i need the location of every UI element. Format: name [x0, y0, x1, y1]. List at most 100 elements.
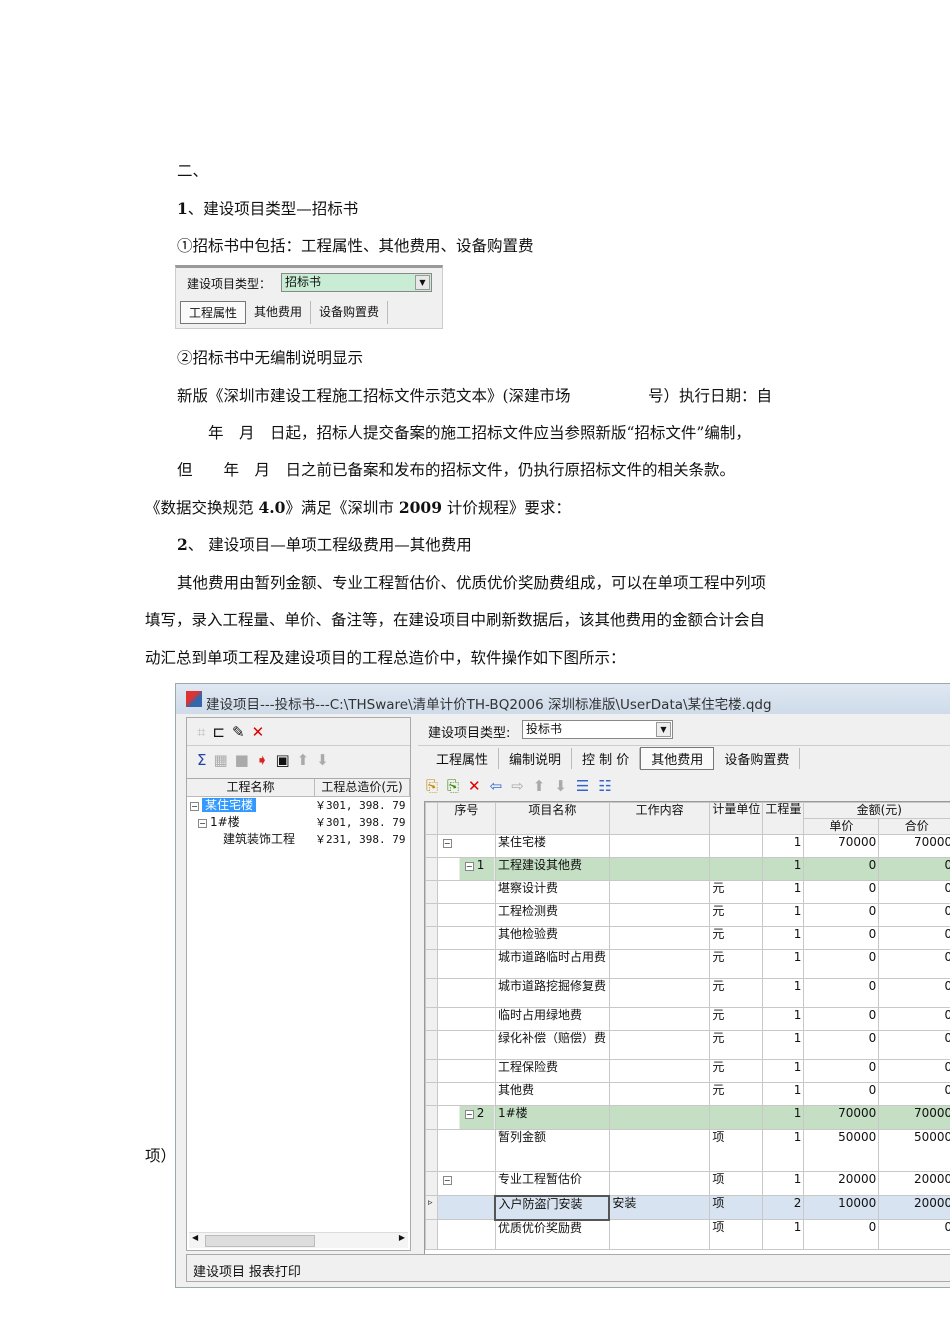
cell-seq[interactable] [436, 1030, 496, 1060]
cell-unit-price[interactable]: 70000 [803, 834, 880, 858]
cell-qty[interactable]: 2 [762, 1195, 805, 1220]
cell-qty[interactable]: 1 [762, 1030, 805, 1060]
cell-unit[interactable]: 项 [709, 1219, 764, 1250]
cell-total-price[interactable]: 0 [878, 949, 950, 979]
insert-row-icon[interactable]: ⎘ [426, 777, 438, 795]
cell-unit[interactable]: 元 [709, 926, 764, 950]
cell-name[interactable]: 其他费 [494, 1082, 610, 1106]
cell-content[interactable] [608, 1059, 711, 1083]
cell-name[interactable]: 工程建设其他费 [494, 857, 610, 881]
table-row[interactable]: −1工程建设其他费100 [425, 857, 950, 881]
save-icon[interactable]: ▣ [275, 751, 289, 769]
cell-seq[interactable]: −2 [436, 1105, 496, 1130]
cell-content[interactable]: 安装 [608, 1195, 711, 1220]
cell-unit-price[interactable]: 0 [803, 1030, 880, 1060]
cell-seq[interactable] [436, 949, 496, 979]
cell-content[interactable] [608, 978, 711, 1008]
cell-seq[interactable] [436, 1219, 496, 1250]
cell-total-price[interactable]: 0 [878, 1059, 950, 1083]
cell-unit[interactable]: 元 [709, 1059, 764, 1083]
tab-project-attributes[interactable]: 工程属性 [180, 301, 247, 324]
table-row[interactable]: − 某住宅楼 1 70000 70000 [425, 834, 950, 858]
cell-total-price[interactable]: 20000 [878, 1171, 950, 1196]
add-node-icon[interactable]: ⌗ [197, 723, 205, 741]
cell-unit-price[interactable]: 0 [803, 903, 880, 927]
cell-seq[interactable] [436, 1129, 496, 1172]
collapse-icon[interactable]: − [464, 1110, 474, 1119]
cell-unit-price[interactable]: 0 [803, 1059, 880, 1083]
dropdown-arrow-icon[interactable]: ▼ [656, 722, 671, 737]
add-child-icon[interactable]: ⊏ [212, 723, 225, 741]
cell-content[interactable] [608, 857, 711, 881]
tab-description[interactable]: 编制说明 [499, 748, 573, 769]
table-row[interactable]: 暂列金额项 1 50000 50000 [425, 1129, 950, 1172]
col-unit-price[interactable]: 单价 [803, 818, 880, 835]
tree-item[interactable]: 建筑装饰工程 ￥231, 398. 79 [187, 831, 410, 848]
cell-unit[interactable]: 元 [709, 949, 764, 979]
col-amount[interactable]: 金额(元) [803, 802, 950, 819]
table-row[interactable]: − 专业工程暂估价项 1 20000 20000 [425, 1171, 950, 1196]
col-name[interactable]: 项目名称 [494, 802, 610, 835]
cell-content[interactable] [608, 880, 711, 904]
cell-seq[interactable] [436, 1082, 496, 1106]
cell-content[interactable] [608, 1007, 711, 1031]
cell-unit[interactable] [709, 857, 764, 881]
col-total-cost[interactable]: 工程总造价(元) [315, 779, 410, 796]
col-seq[interactable]: 序号 [436, 802, 496, 835]
dropdown-arrow-icon[interactable]: ▼ [415, 275, 430, 290]
cell-qty[interactable]: 1 [762, 880, 805, 904]
table-row[interactable]: 城市道路临时占用费元100 [425, 949, 950, 979]
cell-qty[interactable]: 1 [762, 1059, 805, 1083]
cell-qty[interactable]: 1 [762, 1082, 805, 1106]
cell-qty[interactable]: 1 [762, 1129, 805, 1172]
cell-name[interactable]: 入户防盗门安装 [494, 1194, 611, 1221]
cell-unit[interactable]: 项 [709, 1129, 764, 1172]
move-up-icon[interactable]: ⬆ [533, 777, 546, 795]
cell-seq[interactable] [436, 978, 496, 1008]
cell-content[interactable] [608, 1030, 711, 1060]
cell-name[interactable]: 某住宅楼 [494, 834, 610, 858]
expand-all-icon[interactable]: ☰ [576, 777, 589, 795]
cell-name[interactable]: 工程检测费 [494, 903, 610, 927]
cell-content[interactable] [608, 1129, 711, 1172]
cell-name[interactable]: 城市道路临时占用费 [494, 949, 610, 979]
cell-unit-price[interactable]: 0 [803, 926, 880, 950]
cell-qty[interactable]: 1 [762, 1219, 805, 1250]
cell-seq[interactable] [436, 926, 496, 950]
cell-unit[interactable]: 元 [709, 1030, 764, 1060]
col-content[interactable]: 工作内容 [608, 802, 711, 835]
folder-icon[interactable]: ■ [235, 751, 249, 769]
col-qty[interactable]: 工程量 [762, 802, 805, 835]
cell-qty[interactable]: 1 [762, 1007, 805, 1031]
col-total-price[interactable]: 合价 [878, 818, 950, 835]
cell-unit[interactable] [709, 1105, 764, 1130]
status-tab-project[interactable]: 建设项目 [193, 1265, 245, 1280]
cell-name[interactable]: 临时占用绿地费 [494, 1007, 610, 1031]
move-down-icon[interactable]: ⬇ [554, 777, 567, 795]
cell-seq[interactable] [436, 1007, 496, 1031]
cell-unit[interactable] [709, 834, 764, 858]
collapse-icon[interactable]: − [464, 862, 474, 871]
table-row[interactable]: 临时占用绿地费元100 [425, 1007, 950, 1031]
cell-name[interactable]: 绿化补偿（赔偿）费 [494, 1030, 610, 1060]
cell-unit-price[interactable]: 10000 [803, 1195, 880, 1220]
cell-content[interactable] [608, 834, 711, 858]
delete-icon[interactable]: ✕ [468, 777, 481, 795]
cell-name[interactable]: 城市道路挖掘修复费 [494, 978, 610, 1008]
calc-icon[interactable]: ▦ [213, 751, 227, 769]
table-row[interactable]: 优质优价奖励费项100 [425, 1219, 950, 1250]
cell-unit-price[interactable]: 0 [803, 1219, 880, 1250]
cell-unit-price[interactable]: 20000 [803, 1171, 880, 1196]
collapse-icon[interactable]: − [442, 839, 452, 848]
cell-name[interactable]: 暂列金额 [494, 1129, 610, 1172]
tab-other-fees[interactable]: 其他费用 [246, 301, 312, 324]
col-unit[interactable]: 计量单位 [709, 802, 764, 835]
cell-qty[interactable]: 1 [762, 834, 805, 858]
tab-control-price[interactable]: 控 制 价 [572, 748, 641, 769]
cell-unit[interactable]: 元 [709, 903, 764, 927]
tab-equipment-fees[interactable]: 设备购置费 [311, 301, 389, 324]
cell-unit-price[interactable]: 50000 [803, 1129, 880, 1172]
horizontal-scrollbar[interactable]: ◀ ▶ [189, 1232, 408, 1248]
cell-unit[interactable]: 元 [709, 880, 764, 904]
collapse-icon[interactable]: − [190, 802, 199, 811]
